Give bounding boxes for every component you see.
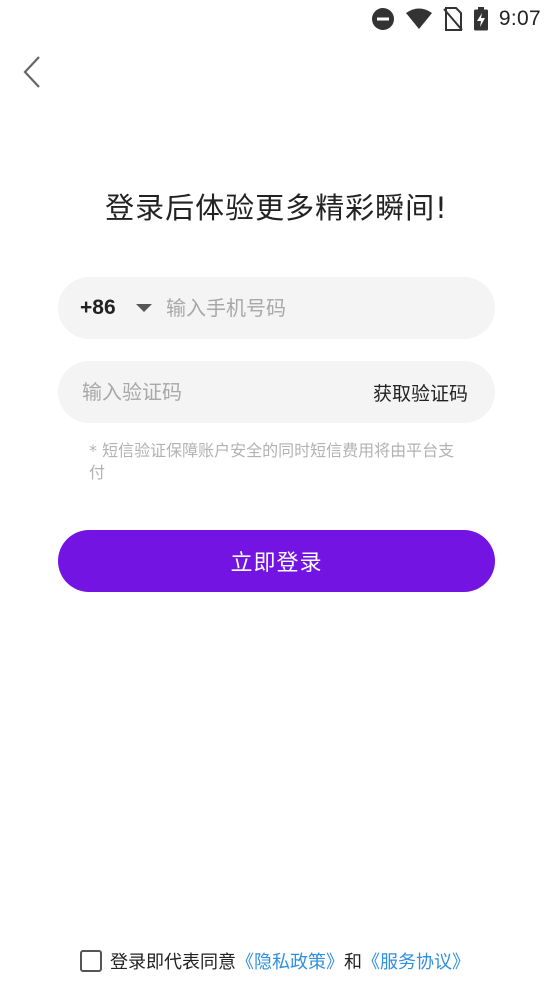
agreement-row: 登录即代表同意 《隐私政策》 和 《服务协议》	[80, 947, 470, 975]
country-code-selector[interactable]: +86	[80, 277, 152, 339]
privacy-policy-link[interactable]: 《隐私政策》	[236, 948, 344, 974]
page-title: 登录后体验更多精彩瞬间!	[105, 191, 448, 225]
do-not-disturb-icon	[371, 7, 395, 31]
get-code-button[interactable]: 获取验证码	[373, 361, 468, 423]
status-bar: 9:07	[0, 0, 553, 38]
battery-charging-icon	[473, 7, 489, 31]
status-icons: 9:07	[371, 6, 541, 32]
status-time: 9:07	[498, 7, 541, 30]
verification-code-field: 获取验证码	[58, 361, 495, 423]
agreement-prefix: 登录即代表同意	[110, 952, 236, 973]
login-button[interactable]: 立即登录	[58, 530, 495, 592]
terms-of-service-link[interactable]: 《服务协议》	[362, 948, 470, 974]
agreement-and: 和	[344, 952, 362, 973]
back-button[interactable]	[14, 52, 50, 92]
wifi-icon	[405, 8, 433, 30]
country-code-label: +86	[80, 296, 116, 319]
verification-code-input[interactable]	[82, 361, 352, 423]
phone-field: +86	[58, 277, 495, 339]
sms-note: * 短信验证保障账户安全的同时短信费用将由平台支付	[89, 441, 455, 482]
caret-down-icon	[135, 304, 152, 312]
phone-input[interactable]	[166, 277, 476, 339]
chevron-left-icon	[23, 56, 40, 88]
agreement-checkbox[interactable]	[80, 950, 102, 972]
no-sim-icon	[443, 7, 463, 31]
